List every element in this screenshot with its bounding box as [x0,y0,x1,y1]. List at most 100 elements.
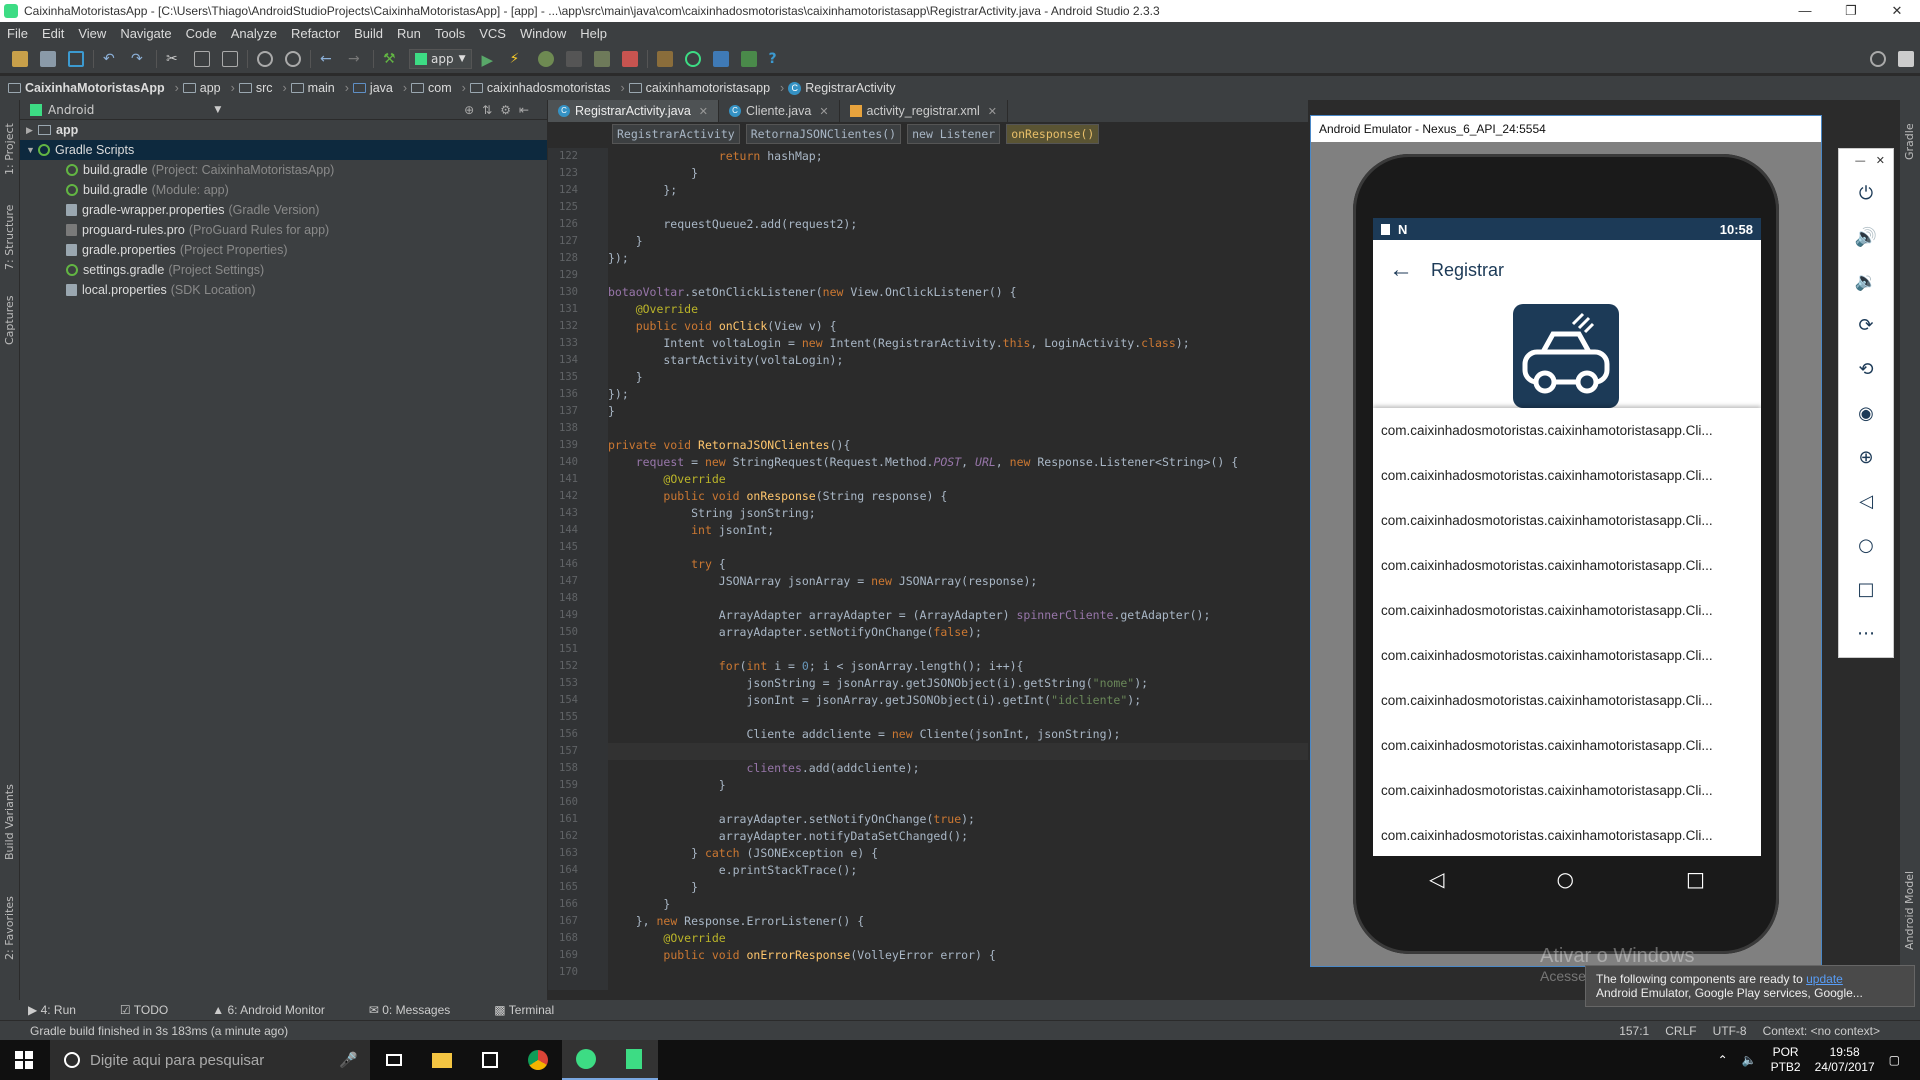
taskbar-search[interactable]: Digite aqui para pesquisar 🎤 [50,1040,370,1080]
context-listener[interactable]: new Listener [907,124,1001,144]
tree-item-app[interactable]: ▶ app [20,120,547,140]
menu-build[interactable]: Build [347,26,390,41]
zoom-icon[interactable]: ⊕ [1839,435,1893,479]
crumb-com[interactable]: com [411,81,452,95]
tree-item-local-properties[interactable]: local.properties (SDK Location) [20,280,547,300]
crumb-app[interactable]: app [182,81,221,95]
replace-icon[interactable] [285,50,301,67]
volume-icon[interactable]: 🔈 [1742,1053,1757,1067]
caret-position[interactable]: 157:1 [1619,1024,1649,1038]
action-center-icon[interactable]: ▢ [1889,1053,1900,1067]
android-device-monitor-icon[interactable] [740,50,757,67]
back-icon[interactable]: ◁ [1839,479,1893,523]
structure-tool-tab[interactable]: 7: Structure [3,205,16,270]
menu-navigate[interactable]: Navigate [113,26,178,41]
minimize-button[interactable]: — [1782,3,1828,19]
context-class[interactable]: RegistrarActivity [612,124,740,144]
client-list[interactable]: com.caixinhadosmotoristas.caixinhamotori… [1373,408,1761,856]
emulator-close-icon[interactable]: ✕ [1876,154,1885,167]
expand-arrow-icon[interactable]: ▶ [26,125,38,136]
terminal-tool-button[interactable]: ▩ Terminal [494,1003,576,1017]
make-project-icon[interactable]: ⚒ [383,51,399,67]
list-item[interactable]: com.caixinhadosmotoristas.caixinhamotori… [1373,813,1761,856]
build-variants-tool-tab[interactable]: Build Variants [3,784,16,860]
tray-chevron-icon[interactable]: ⌃ [1718,1053,1728,1067]
apply-changes-icon[interactable]: ⚡ [510,51,526,67]
menu-tools[interactable]: Tools [428,26,472,41]
maximize-button[interactable]: ❐ [1828,3,1874,19]
attach-debugger-icon[interactable] [593,50,610,67]
home-icon[interactable]: ○ [1839,523,1893,567]
open-folder-icon[interactable] [12,50,28,67]
list-item[interactable]: com.caixinhadosmotoristas.caixinhamotori… [1373,588,1761,633]
clock[interactable]: 19:58 24/07/2017 [1815,1045,1875,1075]
paste-icon[interactable] [222,50,238,67]
tree-item-gradle-scripts[interactable]: ▼ Gradle Scripts [20,140,547,160]
menu-vcs[interactable]: VCS [472,26,513,41]
stop-icon[interactable] [621,50,638,67]
close-tab-icon[interactable]: ✕ [699,105,708,118]
line-separator[interactable]: CRLF [1665,1024,1696,1038]
menu-edit[interactable]: Edit [35,26,71,41]
emulator-taskbar-icon[interactable] [610,1040,658,1080]
avd-manager-icon[interactable] [712,50,729,67]
camera-icon[interactable]: ◉ [1839,391,1893,435]
crumb-project[interactable]: CaixinhaMotoristasApp [8,81,165,95]
tab-activity-registrar-xml[interactable]: activity_registrar.xml ✕ [840,100,1008,122]
rotate-left-icon[interactable]: ⟳ [1839,303,1893,347]
nav-home-icon[interactable]: ○ [1557,867,1574,891]
crumb-src[interactable]: src [238,81,272,95]
emulator-minimize-icon[interactable]: — [1855,154,1866,167]
sync-icon[interactable] [68,50,84,67]
gradle-sync-icon[interactable] [684,50,701,67]
android-studio-taskbar-icon[interactable] [562,1040,610,1080]
update-link[interactable]: update [1806,972,1843,986]
copy-icon[interactable] [194,50,210,67]
search-everywhere-icon[interactable] [1870,50,1886,67]
forward-icon[interactable]: → [348,51,364,67]
collapse-arrow-icon[interactable]: ▼ [26,145,38,155]
more-icon[interactable]: ⋯ [1839,611,1893,655]
context-onresponse[interactable]: onResponse() [1006,124,1100,144]
favorites-tool-tab[interactable]: 2: Favorites [3,896,16,960]
list-item[interactable]: com.caixinhadosmotoristas.caixinhamotori… [1373,498,1761,543]
nav-back-icon[interactable]: ◁ [1429,867,1444,891]
list-item[interactable]: com.caixinhadosmotoristas.caixinhamotori… [1373,768,1761,813]
crumb-registraractivity[interactable]: C RegistrarActivity [788,81,896,95]
task-view-icon[interactable] [370,1040,418,1080]
rotate-right-icon[interactable]: ⟲ [1839,347,1893,391]
tab-cliente[interactable]: C Cliente.java ✕ [719,100,840,122]
undo-icon[interactable]: ↶ [103,51,119,67]
menu-window[interactable]: Window [513,26,573,41]
messages-tool-button[interactable]: ✉ 0: Messages [369,1003,472,1017]
update-notification[interactable]: The following components are ready to up… [1585,965,1915,1007]
list-item[interactable]: com.caixinhadosmotoristas.caixinhamotori… [1373,543,1761,588]
nav-recents-icon[interactable]: □ [1686,867,1705,891]
crumb-java[interactable]: java [352,81,393,95]
back-icon[interactable]: ← [320,51,336,67]
profile-icon[interactable] [565,50,582,67]
tree-item-gradle-wrapper-properties[interactable]: gradle-wrapper.properties (Gradle Version… [20,200,547,220]
chrome-icon[interactable] [514,1040,562,1080]
tab-registraractivity[interactable]: C RegistrarActivity.java ✕ [548,100,719,122]
microphone-icon[interactable]: 🎤 [339,1051,358,1069]
list-item[interactable]: com.caixinhadosmotoristas.caixinhamotori… [1373,723,1761,768]
menu-run[interactable]: Run [390,26,428,41]
chevron-down-icon[interactable]: ▼ [214,105,221,115]
android-monitor-tool-button[interactable]: ▲ 6: Android Monitor [212,1003,347,1017]
save-icon[interactable] [40,50,56,67]
list-item[interactable]: com.caixinhadosmotoristas.caixinhamotori… [1373,633,1761,678]
ide-window-icon[interactable] [1898,50,1914,67]
run-config-select[interactable]: app ▼ [409,48,472,69]
sdk-manager-icon[interactable] [656,50,673,67]
crumb-main[interactable]: main [290,81,335,95]
captures-tool-tab[interactable]: Captures [3,296,16,345]
crumb-caixinhadosmotoristas[interactable]: caixinhadosmotoristas [469,81,611,95]
project-tool-tab[interactable]: 1: Project [3,123,16,175]
power-icon[interactable]: ⏻ [1839,171,1893,215]
project-view-select[interactable]: Android [48,103,94,117]
redo-icon[interactable]: ↷ [131,51,147,67]
language-indicator[interactable]: POR PTB2 [1771,1045,1801,1075]
help-icon[interactable]: ? [769,51,785,67]
list-item[interactable]: com.caixinhadosmotoristas.caixinhamotori… [1373,678,1761,723]
